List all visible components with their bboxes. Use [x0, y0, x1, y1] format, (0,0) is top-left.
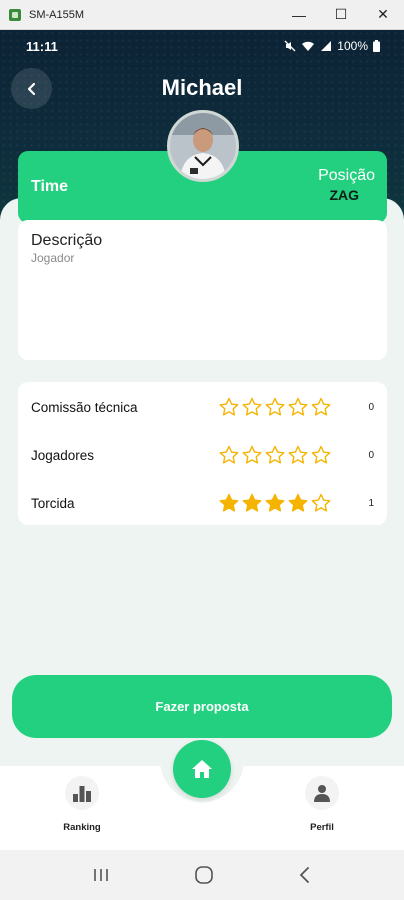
star-empty-icon[interactable]: [311, 397, 331, 417]
status-bar: 11:11 100%: [0, 30, 404, 62]
star-filled-icon[interactable]: [242, 493, 262, 513]
profile-icon: [305, 776, 339, 810]
star-empty-icon[interactable]: [288, 397, 308, 417]
android-home-icon[interactable]: [194, 865, 214, 885]
star-empty-icon[interactable]: [219, 397, 239, 417]
rating-row-comissao: Comissão técnica 0: [18, 395, 387, 419]
rating-label: Comissão técnica: [31, 399, 138, 415]
player-avatar: [167, 110, 239, 182]
nav-label-ranking: Ranking: [63, 822, 101, 833]
android-back-icon[interactable]: [298, 866, 312, 884]
recent-apps-icon[interactable]: [92, 867, 110, 883]
description-subtitle: Jogador: [31, 251, 75, 265]
close-button[interactable]: ✕: [362, 0, 404, 30]
star-filled-icon[interactable]: [288, 493, 308, 513]
make-offer-button[interactable]: Fazer proposta: [12, 675, 392, 738]
status-icons: 100%: [284, 39, 380, 53]
star-empty-icon[interactable]: [219, 445, 239, 465]
position-label: Posição: [318, 167, 375, 184]
star-empty-icon[interactable]: [265, 397, 285, 417]
description-title: Descrição: [31, 232, 103, 249]
star-empty-icon[interactable]: [242, 445, 262, 465]
rating-label: Jogadores: [31, 447, 95, 463]
star-rating[interactable]: [219, 445, 331, 465]
star-empty-icon[interactable]: [311, 493, 331, 513]
rating-label: Torcida: [31, 495, 75, 511]
android-navigation-bar: [0, 850, 404, 900]
nav-item-ranking[interactable]: Ranking: [52, 776, 112, 833]
rating-row-torcida: Torcida 1: [18, 491, 387, 515]
rating-count: 1: [368, 497, 374, 509]
star-empty-icon[interactable]: [311, 445, 331, 465]
home-icon: [192, 760, 212, 778]
minimize-button[interactable]: —: [278, 0, 320, 30]
page-title: Michael: [161, 75, 243, 100]
window-title: SM-A155M: [29, 8, 85, 21]
star-rating[interactable]: [219, 397, 331, 417]
player-photo: [170, 113, 236, 179]
signal-icon: [321, 41, 332, 51]
star-empty-icon[interactable]: [242, 397, 262, 417]
team-label: Time: [31, 178, 69, 195]
window-title-bar: SM-A155M — ☐ ✕: [0, 0, 404, 30]
home-button[interactable]: [173, 740, 231, 798]
rating-row-jogadores: Jogadores 0: [18, 443, 387, 467]
star-filled-icon[interactable]: [219, 493, 239, 513]
description-card: Descrição Jogador: [18, 220, 387, 360]
rating-count: 0: [368, 449, 374, 461]
star-empty-icon[interactable]: [288, 445, 308, 465]
ranking-icon: [65, 776, 99, 810]
rating-count: 0: [368, 401, 374, 413]
star-empty-icon[interactable]: [265, 445, 285, 465]
maximize-button[interactable]: ☐: [320, 0, 362, 30]
position-value: ZAG: [329, 187, 359, 203]
phone-screen: 11:11 100% Michael Time Posição ZAG Desc…: [0, 30, 404, 900]
battery-text: 100%: [337, 39, 368, 53]
app-icon: [9, 8, 21, 21]
star-rating[interactable]: [219, 493, 331, 513]
nav-item-profile[interactable]: Perfil: [292, 776, 352, 833]
status-time: 11:11: [26, 38, 58, 54]
ratings-card: Comissão técnica 0 Jogadores 0 Torcida 1: [18, 382, 387, 525]
wifi-icon: [302, 41, 315, 51]
mute-icon: [284, 40, 296, 52]
nav-label-profile: Perfil: [310, 822, 334, 833]
star-filled-icon[interactable]: [265, 493, 285, 513]
battery-icon: [373, 40, 380, 52]
